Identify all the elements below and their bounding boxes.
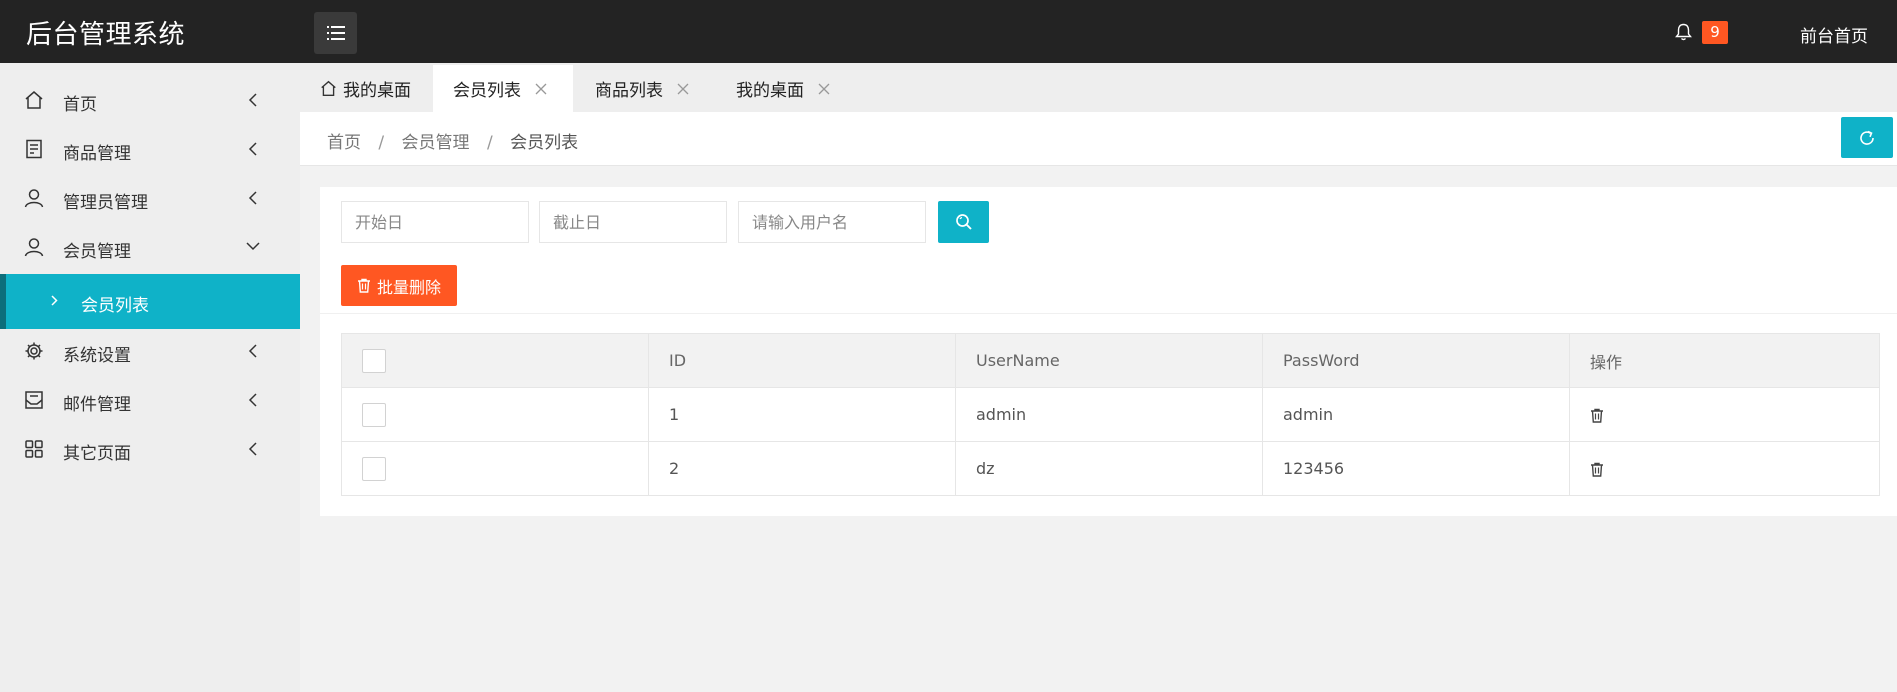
tab-my-desktop-2[interactable]: 我的桌面 [716, 65, 856, 112]
actions-cell [1569, 387, 1880, 442]
tab-label: 我的桌面 [736, 81, 804, 101]
column-header: UserName [955, 333, 1263, 388]
username-cell: dz [955, 441, 1263, 496]
tab-bar: 我的桌面 会员列表 商品列表 我的桌面 [300, 63, 1897, 112]
table-header-row: ID UserName PassWord 操作 [341, 333, 1880, 388]
close-icon[interactable] [677, 83, 689, 95]
menu-toggle-button[interactable] [314, 12, 357, 54]
breadcrumb-members[interactable]: 会员管理 [402, 133, 470, 153]
sidebar-item-products[interactable]: 商品管理 [0, 125, 300, 174]
home-icon [24, 90, 44, 110]
chevron-left-icon [248, 190, 258, 206]
chevron-right-icon [50, 294, 58, 307]
sidebar-item-members[interactable]: 会员管理 [0, 223, 300, 272]
id-cell: 2 [648, 441, 956, 496]
chevron-down-icon [245, 241, 261, 251]
search-icon [955, 213, 973, 231]
sidebar-item-label: 管理员管理 [63, 193, 148, 213]
member-list-card: 批量删除 ID UserName PassWord 操作 1 admin adm… [320, 187, 1897, 516]
column-header: PassWord [1262, 333, 1570, 388]
tab-my-desktop[interactable]: 我的桌面 [300, 65, 430, 112]
trash-icon[interactable] [1590, 462, 1604, 477]
trash-icon[interactable] [1590, 408, 1604, 423]
sidebar-item-label: 其它页面 [63, 444, 131, 464]
breadcrumb-bar: 首页 / 会员管理 / 会员列表 [300, 112, 1897, 166]
id-cell: 1 [648, 387, 956, 442]
mail-icon [24, 390, 44, 410]
password-cell: 123456 [1262, 441, 1570, 496]
sidebar-subitem-member-list[interactable]: 会员列表 [0, 274, 300, 329]
app-logo: 后台管理系统 [26, 20, 186, 50]
sidebar-item-label: 商品管理 [63, 144, 131, 164]
close-icon[interactable] [818, 83, 830, 95]
row-select-cell [341, 441, 649, 496]
username-cell: admin [955, 387, 1263, 442]
user-icon [24, 188, 44, 208]
username-search-input[interactable] [738, 201, 926, 243]
chevron-left-icon [248, 441, 258, 457]
list-icon [326, 26, 345, 40]
tab-label: 我的桌面 [343, 81, 411, 101]
refresh-button[interactable] [1841, 117, 1893, 158]
refresh-icon [1858, 129, 1876, 147]
sidebar-item-settings[interactable]: 系统设置 [0, 327, 300, 376]
home-icon [320, 80, 337, 97]
sidebar-item-mail[interactable]: 邮件管理 [0, 376, 300, 425]
search-button[interactable] [938, 201, 989, 243]
tab-product-list[interactable]: 商品列表 [575, 65, 715, 112]
breadcrumb-separator: / [486, 133, 493, 153]
row-checkbox[interactable] [362, 402, 386, 427]
sidebar-item-label: 会员管理 [63, 242, 131, 262]
table-row: 2 dz 123456 [341, 441, 1880, 496]
chevron-left-icon [248, 392, 258, 408]
actions-cell [1569, 441, 1880, 496]
trash-icon [357, 278, 371, 293]
close-icon[interactable] [535, 83, 547, 95]
sidebar-item-home[interactable]: 首页 [0, 76, 300, 125]
grid-icon [24, 439, 44, 459]
bulk-delete-label: 批量删除 [376, 277, 441, 297]
password-cell: admin [1262, 387, 1570, 442]
tab-label: 会员列表 [453, 81, 521, 101]
chevron-left-icon [248, 343, 258, 359]
row-checkbox[interactable] [362, 456, 386, 481]
notification-badge: 9 [1702, 21, 1728, 44]
end-date-input[interactable] [539, 201, 727, 243]
start-date-input[interactable] [341, 201, 529, 243]
breadcrumb-separator: / [378, 133, 385, 153]
sidebar-item-label: 系统设置 [63, 346, 131, 366]
document-icon [24, 139, 44, 159]
sidebar-item-admins[interactable]: 管理员管理 [0, 174, 300, 223]
user-icon [24, 237, 44, 257]
divider [320, 313, 1897, 314]
front-home-link[interactable]: 前台首页 [1800, 22, 1868, 47]
breadcrumb-home[interactable]: 首页 [327, 133, 361, 153]
member-table: ID UserName PassWord 操作 1 admin admin 2 … [341, 333, 1880, 496]
gear-icon [24, 341, 44, 361]
select-all-cell [341, 333, 649, 388]
bulk-delete-button[interactable]: 批量删除 [341, 265, 457, 306]
sidebar-subitem-label: 会员列表 [81, 296, 149, 316]
sidebar-item-other-pages[interactable]: 其它页面 [0, 425, 300, 474]
column-header: ID [648, 333, 956, 388]
tab-member-list[interactable]: 会员列表 [433, 65, 573, 112]
column-header: 操作 [1569, 333, 1880, 388]
select-all-checkbox[interactable] [362, 348, 386, 373]
table-row: 1 admin admin [341, 387, 1880, 442]
chevron-left-icon [248, 141, 258, 157]
breadcrumb: 首页 / 会员管理 / 会员列表 [327, 128, 578, 153]
sidebar: 首页 商品管理 管理员管理 会员管理 会员列表 系统设置 邮件管理 其它页面 [0, 63, 300, 692]
bell-icon[interactable] [1675, 23, 1692, 41]
breadcrumb-current: 会员列表 [510, 133, 579, 153]
chevron-left-icon [248, 92, 258, 108]
row-select-cell [341, 387, 649, 442]
top-header: 后台管理系统 9 前台首页 [0, 0, 1897, 63]
sidebar-item-label: 邮件管理 [63, 395, 131, 415]
sidebar-item-label: 首页 [63, 95, 97, 115]
tab-label: 商品列表 [595, 81, 663, 101]
